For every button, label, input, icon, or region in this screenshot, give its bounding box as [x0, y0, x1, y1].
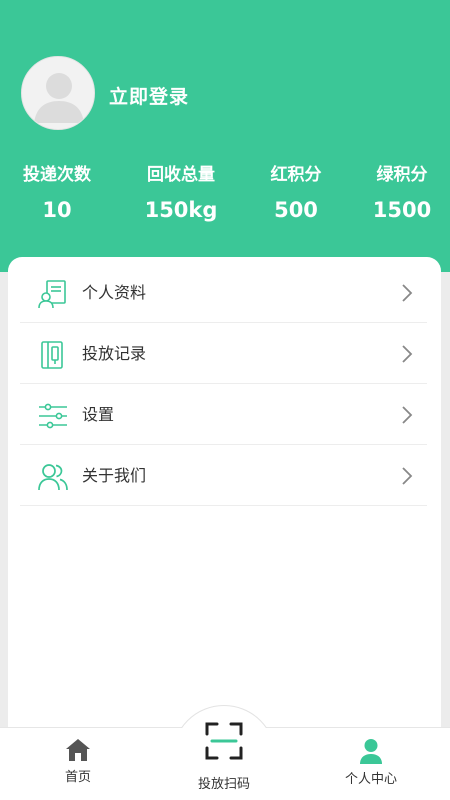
stat-label: 回收总量: [147, 165, 215, 185]
menu-item-label: 关于我们: [82, 466, 147, 485]
menu-item-profile[interactable]: 个人资料: [20, 261, 427, 323]
menu-card: 个人资料 投放记录 设置 关于我们: [8, 257, 441, 737]
stat-label: 红积分: [270, 165, 322, 185]
users-icon: [38, 462, 68, 492]
stat-red-points: 红积分 500: [251, 163, 341, 223]
chevron-right-icon: [401, 283, 413, 303]
tab-home[interactable]: 首页: [23, 738, 133, 785]
stat-value: 150kg: [144, 198, 218, 222]
stat-value: 500: [274, 198, 318, 222]
tab-profile[interactable]: 个人中心: [316, 738, 426, 787]
home-icon: [66, 739, 90, 761]
chevron-right-icon: [401, 405, 413, 425]
login-link[interactable]: 立即登录: [109, 82, 189, 109]
menu-item-label: 个人资料: [82, 283, 147, 302]
menu-item-records[interactable]: 投放记录: [20, 322, 427, 384]
menu-item-about[interactable]: 关于我们: [20, 444, 427, 506]
stat-value: 1500: [372, 198, 432, 222]
chevron-right-icon: [401, 466, 413, 486]
chevron-right-icon: [401, 344, 413, 364]
tab-label: 首页: [64, 770, 91, 785]
settings-sliders-icon: [38, 401, 68, 431]
stat-green-points: 绿积分 1500: [357, 163, 447, 223]
menu-item-label: 设置: [82, 405, 115, 424]
stat-deliveries: 投递次数 10: [12, 163, 102, 223]
tab-scan[interactable]: 投放扫码: [169, 721, 279, 792]
stat-label: 绿积分: [376, 165, 428, 185]
record-book-icon: [38, 340, 68, 370]
tab-label: 投放扫码: [197, 777, 250, 792]
default-avatar-icon[interactable]: [21, 56, 95, 130]
stat-label: 投递次数: [23, 165, 91, 185]
person-icon: [360, 739, 382, 764]
profile-header: 立即登录 投递次数 10 回收总量 150kg 红积分 500 绿积分 1500: [0, 0, 450, 272]
tab-label: 个人中心: [344, 772, 397, 787]
stat-value: 10: [42, 198, 72, 222]
scan-icon: [205, 722, 243, 760]
stat-recycled-total: 回收总量 150kg: [136, 163, 226, 223]
menu-item-label: 投放记录: [82, 344, 147, 363]
profile-card-icon: [38, 279, 68, 309]
menu-item-settings[interactable]: 设置: [20, 383, 427, 445]
